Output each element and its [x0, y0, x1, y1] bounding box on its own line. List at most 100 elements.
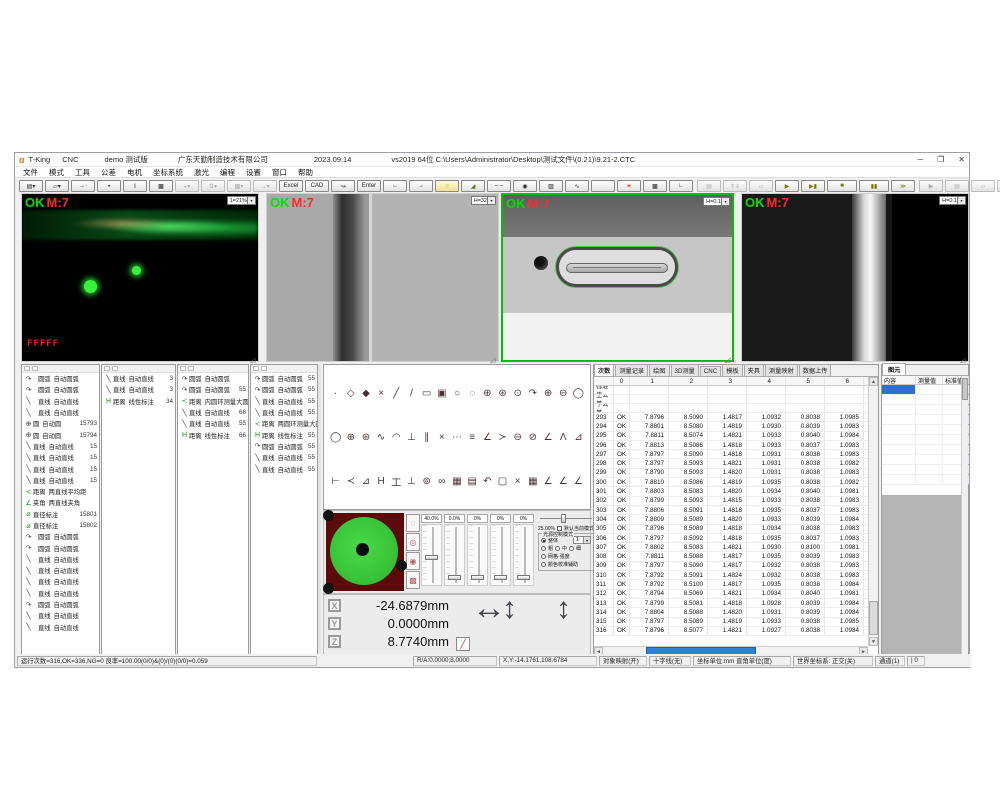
- menu-item[interactable]: 帮助: [298, 167, 313, 178]
- menu-item[interactable]: 模式: [49, 167, 64, 178]
- close-button[interactable]: ✕: [958, 155, 965, 164]
- tab-测量记录[interactable]: 测量记录: [615, 364, 648, 376]
- measure-tool-icon[interactable]: ◠: [392, 432, 401, 443]
- measure-tool-icon[interactable]: ∠: [559, 476, 568, 487]
- probe-button[interactable]: ◒: [97, 180, 121, 192]
- run-button[interactable]: ▶: [775, 180, 799, 192]
- vertical-scroll-thumb[interactable]: [869, 601, 878, 635]
- list-item[interactable]: ╲直线自动直线15: [22, 441, 99, 452]
- profile-curve-button[interactable]: ∿: [565, 180, 589, 192]
- element-row[interactable]: [882, 455, 968, 465]
- list-item[interactable]: Η距离线性标注34: [102, 396, 175, 407]
- measure-tool-icon[interactable]: ⊢: [331, 476, 340, 487]
- light-bulb-button[interactable]: ☼: [435, 180, 459, 192]
- measure-tool-icon[interactable]: ⊿: [574, 432, 582, 443]
- column-header[interactable]: 6: [825, 377, 864, 385]
- measure-tool-icon[interactable]: ▢: [498, 476, 507, 487]
- light-slider-thumb[interactable]: [471, 575, 484, 580]
- camera3-resize-grip-icon[interactable]: ◿: [725, 356, 730, 364]
- table-row[interactable]: 310OK7.87928.50911.48241.09320.80381.098…: [594, 571, 878, 580]
- splitter[interactable]: [318, 364, 321, 656]
- measure-tool-icon[interactable]: ▭: [422, 388, 431, 399]
- run-to-end-button[interactable]: ▶▮: [801, 180, 825, 192]
- measure-tool-icon[interactable]: ⊖: [559, 388, 567, 399]
- measure-tool-icon[interactable]: ○: [454, 388, 460, 399]
- list-item[interactable]: ╲···直线自动直线: [22, 622, 99, 633]
- measure-tool-icon[interactable]: ×: [378, 388, 384, 399]
- menu-item[interactable]: 文件: [23, 167, 38, 178]
- gray-swatch-button[interactable]: ▩: [149, 180, 173, 192]
- xy-move-arrows-icon[interactable]: ↔: [472, 589, 506, 628]
- measure-tool-icon[interactable]: ◯: [573, 388, 584, 399]
- column-header[interactable]: 0: [614, 377, 630, 385]
- qr-code-button[interactable]: ▩: [643, 180, 667, 192]
- radio-overall[interactable]: [541, 538, 546, 543]
- measure-tool-icon[interactable]: /: [410, 388, 413, 399]
- menu-item[interactable]: 工具: [75, 167, 90, 178]
- measure-tool-icon[interactable]: ◇: [347, 388, 355, 399]
- tab-element[interactable]: 图元: [882, 363, 906, 375]
- list-item[interactable]: ∠夹角两直线夹角: [22, 497, 99, 508]
- table-row[interactable]: 314OK7.88048.50881.48201.09310.80391.098…: [594, 608, 878, 617]
- list-item[interactable]: ╲直线自动直线66: [178, 407, 248, 418]
- list-item[interactable]: ╲直线自动直线55: [251, 463, 317, 474]
- list-item[interactable]: ⊕圆自动圆15794: [22, 429, 99, 440]
- list-item[interactable]: ≺距离两直线平均距: [22, 486, 99, 497]
- maximize-button[interactable]: ❐: [937, 155, 944, 164]
- list-item[interactable]: ↷圆弧自动圆弧: [178, 373, 248, 384]
- camera-view-4[interactable]: OKM:7 H=0.1▾: [741, 193, 969, 362]
- table-row[interactable]: 311OK7.87928.51001.48171.09350.80381.098…: [594, 580, 878, 589]
- table-row[interactable]: 295OK7.88118.50741.48211.09330.80401.098…: [594, 432, 878, 441]
- scroll-down-icon[interactable]: ▼: [869, 637, 878, 646]
- next-button[interactable]: →: [409, 180, 433, 192]
- measure-tool-icon[interactable]: ⊕: [483, 388, 491, 399]
- menu-item[interactable]: 公差: [101, 167, 116, 178]
- camera-view-3-selected[interactable]: OKM:7 H=0.1▾: [501, 193, 734, 362]
- list-header-button-icon[interactable]: [261, 366, 267, 371]
- list-item[interactable]: ╲···直线自动直线: [22, 565, 99, 576]
- list-item[interactable]: ╲直线自动直线55: [178, 418, 248, 429]
- element-row[interactable]: [882, 385, 968, 395]
- table-row[interactable]: 309OK7.87978.50901.48171.09320.80381.098…: [594, 562, 878, 571]
- table-row[interactable]: 315OK7.87978.50891.48191.09330.80381.098…: [594, 618, 878, 627]
- table-row[interactable]: 313OK7.87998.50811.48181.09280.80391.098…: [594, 599, 878, 608]
- ring-segment-button[interactable]: ▩: [406, 571, 420, 589]
- measure-tool-icon[interactable]: ▦: [452, 476, 461, 487]
- measure-tool-icon[interactable]: ∠: [544, 432, 553, 443]
- measure-tool-icon[interactable]: ∠: [483, 432, 492, 443]
- table-row[interactable]: 307OK7.88028.50831.48211.09300.81001.098…: [594, 543, 878, 552]
- measure-tool-icon[interactable]: ⊛: [498, 388, 506, 399]
- menu-item[interactable]: 编程: [220, 167, 235, 178]
- element-row[interactable]: [882, 435, 968, 445]
- list-item[interactable]: ⌀直径标注15802: [22, 520, 99, 531]
- z-move-arrows-icon[interactable]: ↕: [556, 592, 571, 626]
- table-row[interactable]: 300OK7.88108.50861.48191.09350.80381.098…: [594, 478, 878, 487]
- list-item[interactable]: ╲···直线自动直线: [22, 396, 99, 407]
- save-button[interactable]: ▤▾: [19, 180, 43, 192]
- pattern-button[interactable]: ▨: [539, 180, 563, 192]
- camera1-scale-box[interactable]: 1=21%▾: [227, 196, 256, 205]
- diagonal-move-button[interactable]: ╱: [456, 637, 470, 651]
- table-row[interactable]: 301OK7.88038.50831.48201.09340.80401.098…: [594, 487, 878, 496]
- tab-测量映射[interactable]: 测量映射: [765, 364, 798, 376]
- light-slider-track[interactable]: [467, 524, 488, 586]
- curve-edit-button[interactable]: ↝: [331, 180, 355, 192]
- tab-3D测量[interactable]: 3D测量: [671, 364, 699, 376]
- table-row[interactable]: 308OK7.88118.50881.48171.09350.80391.098…: [594, 552, 878, 561]
- camera-view-2[interactable]: OKM:7 H=32▾: [266, 193, 499, 362]
- light-slider-track[interactable]: [444, 524, 465, 586]
- camera4-scale-box[interactable]: H=0.1▾: [939, 196, 966, 205]
- element-scroll-thumb[interactable]: [962, 378, 968, 400]
- measure-tool-icon[interactable]: ◌: [469, 388, 475, 399]
- list-item[interactable]: ↷···圆弧自动圆弧: [22, 542, 99, 553]
- list-item[interactable]: ╲直线自动直线55: [251, 396, 317, 407]
- list-item[interactable]: ╲直线自动直线15: [22, 452, 99, 463]
- measure-tool-icon[interactable]: ⊿: [362, 476, 370, 487]
- list-header-button-icon[interactable]: [104, 366, 110, 371]
- tab-次数[interactable]: 次数: [594, 364, 614, 376]
- measure-tool-icon[interactable]: ⊕: [544, 388, 552, 399]
- blank-button[interactable]: [591, 180, 615, 192]
- measure-tool-icon[interactable]: ∠: [574, 476, 583, 487]
- list-item[interactable]: ╲···直线自动直线: [22, 610, 99, 621]
- list-item[interactable]: ≺距离内圆环测量大圆: [178, 396, 248, 407]
